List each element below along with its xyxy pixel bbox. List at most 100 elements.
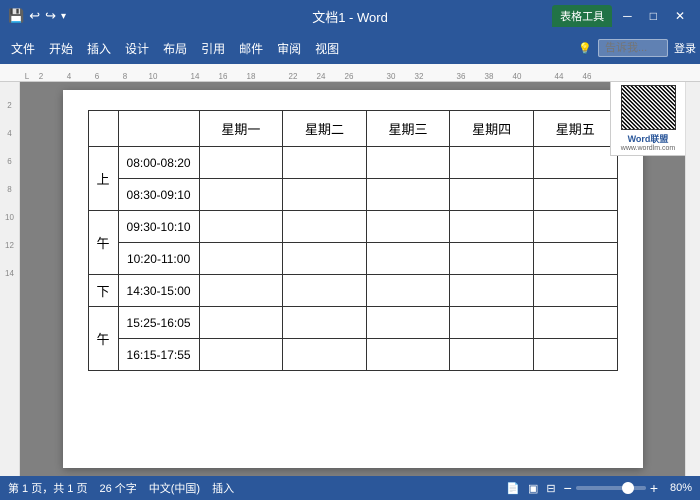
table-row: 下14:30-15:00: [88, 275, 617, 307]
ruler-mark-20: 24: [314, 64, 328, 81]
cell-6-3[interactable]: [450, 339, 534, 371]
period-cell-下: 下: [88, 275, 118, 307]
cell-5-2[interactable]: [366, 307, 450, 339]
title-bar: 💾 ↩ ↪ ▾ 文档1 - Word 表格工具 ─ □ ✕: [0, 0, 700, 32]
v-ruler-mark-7: [0, 168, 20, 182]
restore-button[interactable]: □: [643, 7, 664, 25]
cell-4-3[interactable]: [450, 275, 534, 307]
cell-3-2[interactable]: [366, 243, 450, 275]
period-cell-上: 上: [88, 147, 118, 211]
view-icon-1[interactable]: 📄: [506, 482, 520, 495]
ruler-mark-29: [440, 64, 454, 81]
cell-5-3[interactable]: [450, 307, 534, 339]
header-friday: 星期五: [533, 111, 617, 147]
ruler-marks: L 24681014161822242630323638404446: [20, 64, 594, 81]
v-ruler-mark-10: 10: [0, 210, 20, 224]
cell-6-2[interactable]: [366, 339, 450, 371]
view-icon-2[interactable]: ▣: [528, 482, 538, 495]
ruler-mark-22: 26: [342, 64, 356, 81]
cell-2-2[interactable]: [366, 211, 450, 243]
cell-3-3[interactable]: [450, 243, 534, 275]
ruler-mark-8: 10: [146, 64, 160, 81]
cell-6-4[interactable]: [533, 339, 617, 371]
ruler-mark-39: 46: [580, 64, 594, 81]
cell-1-3[interactable]: [450, 179, 534, 211]
header-empty2: [118, 111, 199, 147]
ribbon-tab-引用[interactable]: 引用: [194, 35, 232, 62]
cell-6-0[interactable]: [199, 339, 283, 371]
login-button[interactable]: 登录: [674, 40, 696, 56]
ruler-mark-3: [76, 64, 90, 81]
ribbon-tab-插入[interactable]: 插入: [80, 35, 118, 62]
cell-6-1[interactable]: [283, 339, 367, 371]
cell-1-2[interactable]: [366, 179, 450, 211]
ribbon-tab-文件[interactable]: 文件: [4, 35, 42, 62]
ruler-mark-23: [356, 64, 370, 81]
document-canvas[interactable]: 星期一 星期二 星期三 星期四 星期五 上08:00-08:2008:30-09…: [20, 82, 685, 476]
cell-1-0[interactable]: [199, 179, 283, 211]
zoom-minus-button[interactable]: −: [564, 481, 572, 495]
ruler-mark-19: [300, 64, 314, 81]
v-ruler-mark-3: [0, 112, 20, 126]
ribbon-tab-设计[interactable]: 设计: [118, 35, 156, 62]
v-ruler-mark-1: [0, 84, 20, 98]
right-scrollbar[interactable]: [685, 82, 700, 476]
word-url: www.wordlm.com: [614, 145, 682, 152]
schedule-table: 星期一 星期二 星期三 星期四 星期五 上08:00-08:2008:30-09…: [88, 110, 618, 371]
dropdown-icon[interactable]: ▾: [61, 11, 66, 22]
ribbon-search-icon[interactable]: 💡: [578, 42, 592, 55]
window-title: 文档1 - Word: [312, 7, 388, 26]
redo-icon[interactable]: ↪: [45, 8, 56, 24]
ribbon-tab-审阅[interactable]: 审阅: [270, 35, 308, 62]
ruler-mark-0: 2: [34, 64, 48, 81]
cell-2-4[interactable]: [533, 211, 617, 243]
minimize-button[interactable]: ─: [616, 7, 639, 25]
cell-5-4[interactable]: [533, 307, 617, 339]
cell-0-0[interactable]: [199, 147, 283, 179]
ribbon-tab-邮件[interactable]: 邮件: [232, 35, 270, 62]
cell-0-4[interactable]: [533, 147, 617, 179]
zoom-plus-button[interactable]: +: [650, 481, 658, 495]
ribbon-tab-开始[interactable]: 开始: [42, 35, 80, 62]
ruler-mark-24: [370, 64, 384, 81]
view-icon-3[interactable]: ⊟: [546, 482, 555, 495]
cell-0-2[interactable]: [366, 147, 450, 179]
cell-2-1[interactable]: [283, 211, 367, 243]
ruler-mark-35: [524, 64, 538, 81]
cell-4-2[interactable]: [366, 275, 450, 307]
cell-3-1[interactable]: [283, 243, 367, 275]
ruler-mark-36: [538, 64, 552, 81]
cell-5-1[interactable]: [283, 307, 367, 339]
cell-3-4[interactable]: [533, 243, 617, 275]
cell-1-1[interactable]: [283, 179, 367, 211]
v-ruler-mark-12: 12: [0, 238, 20, 252]
period-cell-午: 午: [88, 211, 118, 275]
save-icon[interactable]: 💾: [8, 8, 24, 24]
cell-1-4[interactable]: [533, 179, 617, 211]
cell-4-4[interactable]: [533, 275, 617, 307]
cell-4-0[interactable]: [199, 275, 283, 307]
zoom-slider[interactable]: [576, 486, 646, 490]
cell-2-0[interactable]: [199, 211, 283, 243]
table-row: 午09:30-10:10: [88, 211, 617, 243]
ribbon-tab-布局[interactable]: 布局: [156, 35, 194, 62]
cell-0-3[interactable]: [450, 147, 534, 179]
table-row: 午15:25-16:05: [88, 307, 617, 339]
undo-icon[interactable]: ↩: [29, 8, 40, 24]
ruler-mark-38: [566, 64, 580, 81]
cell-5-0[interactable]: [199, 307, 283, 339]
search-input[interactable]: [598, 39, 668, 57]
cell-4-1[interactable]: [283, 275, 367, 307]
cell-2-3[interactable]: [450, 211, 534, 243]
close-button[interactable]: ✕: [668, 7, 692, 25]
ruler-mark-4: 6: [90, 64, 104, 81]
ribbon-tab-视图[interactable]: 视图: [308, 35, 346, 62]
time-cell-3: 10:20-11:00: [118, 243, 199, 275]
time-cell-1: 08:30-09:10: [118, 179, 199, 211]
vertical-ruler: 2468101214: [0, 82, 20, 476]
v-ruler-mark-9: [0, 196, 20, 210]
cell-3-0[interactable]: [199, 243, 283, 275]
ruler-mark-2: 4: [62, 64, 76, 81]
ruler-mark-27: 32: [412, 64, 426, 81]
cell-0-1[interactable]: [283, 147, 367, 179]
